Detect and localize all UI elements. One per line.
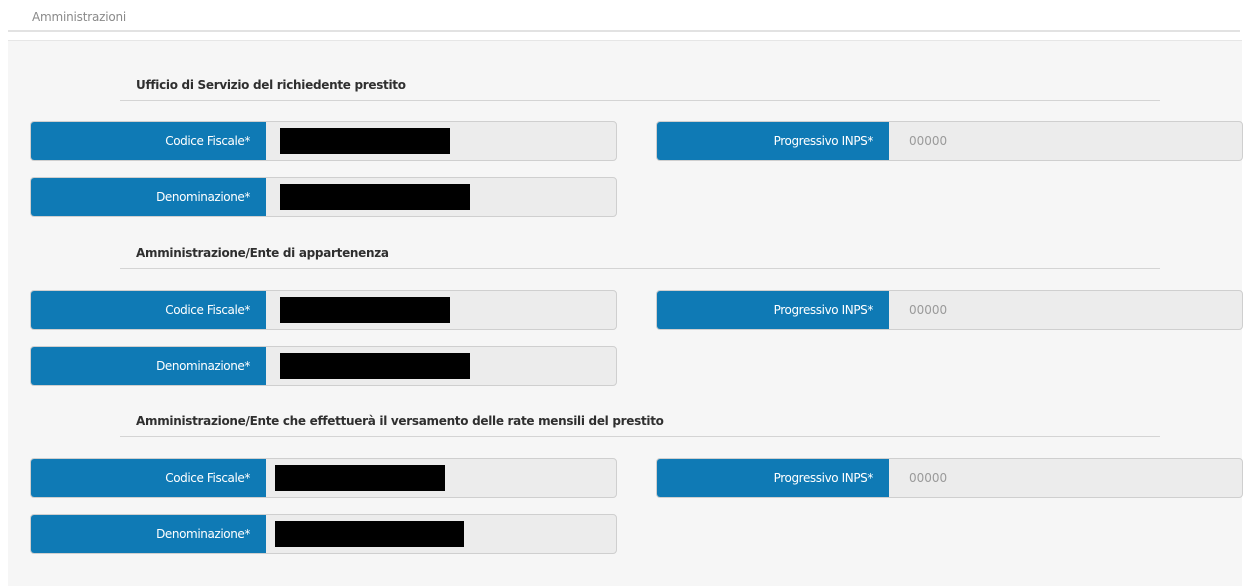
codice-fiscale-label: Codice Fiscale* bbox=[31, 291, 266, 329]
redacted-value bbox=[275, 465, 445, 491]
redacted-value bbox=[280, 353, 470, 379]
progressivo-inps-field[interactable]: Progressivo INPS* 00000 bbox=[656, 290, 1243, 330]
section-divider bbox=[120, 100, 1160, 101]
page-title: Amministrazioni bbox=[32, 10, 127, 24]
codice-fiscale-field[interactable]: Codice Fiscale* bbox=[30, 290, 617, 330]
progressivo-inps-label: Progressivo INPS* bbox=[657, 291, 889, 329]
codice-fiscale-label: Codice Fiscale* bbox=[31, 459, 266, 497]
denominazione-field[interactable]: Denominazione* bbox=[30, 346, 617, 386]
progressivo-inps-field[interactable]: Progressivo INPS* 00000 bbox=[656, 458, 1243, 498]
progressivo-inps-field[interactable]: Progressivo INPS* 00000 bbox=[656, 121, 1243, 161]
denominazione-label: Denominazione* bbox=[31, 178, 266, 216]
redacted-value bbox=[280, 184, 470, 210]
section-divider bbox=[120, 436, 1160, 437]
section-divider bbox=[120, 268, 1160, 269]
denominazione-label: Denominazione* bbox=[31, 347, 266, 385]
codice-fiscale-label: Codice Fiscale* bbox=[31, 122, 266, 160]
codice-fiscale-field[interactable]: Codice Fiscale* bbox=[30, 458, 617, 498]
denominazione-field[interactable]: Denominazione* bbox=[30, 514, 617, 554]
progressivo-inps-label: Progressivo INPS* bbox=[657, 459, 889, 497]
progressivo-inps-value: 00000 bbox=[909, 471, 948, 485]
redacted-value bbox=[275, 521, 464, 547]
title-divider bbox=[8, 30, 1240, 32]
denominazione-label: Denominazione* bbox=[31, 515, 266, 553]
progressivo-inps-value: 00000 bbox=[909, 303, 948, 317]
redacted-value bbox=[280, 297, 450, 323]
progressivo-inps-value: 00000 bbox=[909, 134, 948, 148]
section-title: Ufficio di Servizio del richiedente pres… bbox=[136, 78, 406, 92]
section-title: Amministrazione/Ente che effettuerà il v… bbox=[136, 414, 664, 428]
codice-fiscale-field[interactable]: Codice Fiscale* bbox=[30, 121, 617, 161]
denominazione-field[interactable]: Denominazione* bbox=[30, 177, 617, 217]
redacted-value bbox=[280, 128, 450, 154]
progressivo-inps-label: Progressivo INPS* bbox=[657, 122, 889, 160]
section-title: Amministrazione/Ente di appartenenza bbox=[136, 246, 389, 260]
